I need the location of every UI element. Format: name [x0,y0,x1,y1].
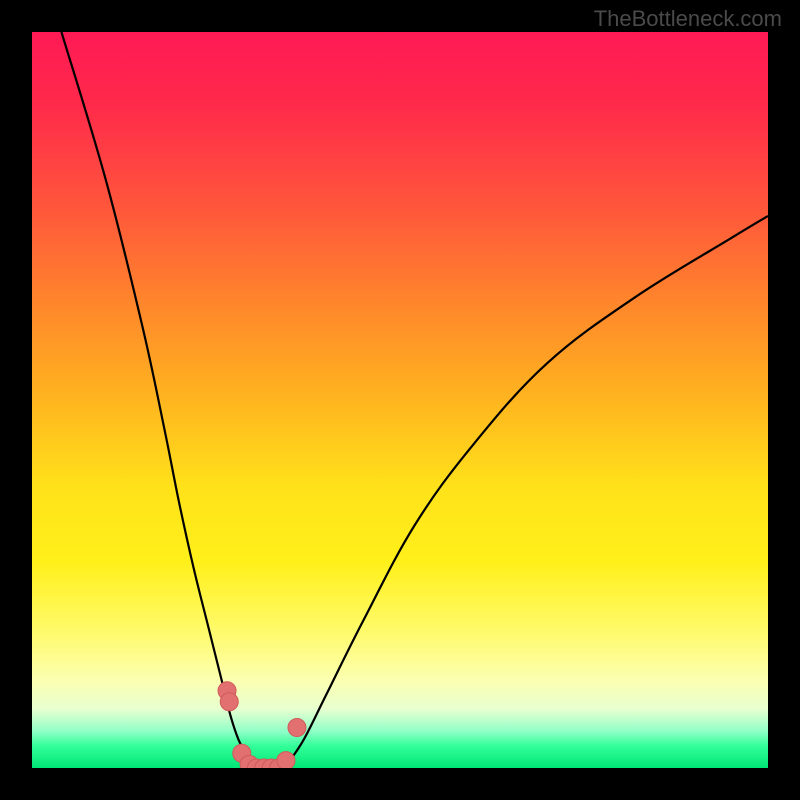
chart-frame: TheBottleneck.com [0,0,800,800]
marker-dot [220,693,238,711]
marker-dot [288,719,306,737]
marker-group [218,682,306,768]
marker-dot [277,752,295,768]
watermark-text: TheBottleneck.com [594,6,782,32]
plot-area [32,32,768,768]
marker-layer [32,32,768,768]
